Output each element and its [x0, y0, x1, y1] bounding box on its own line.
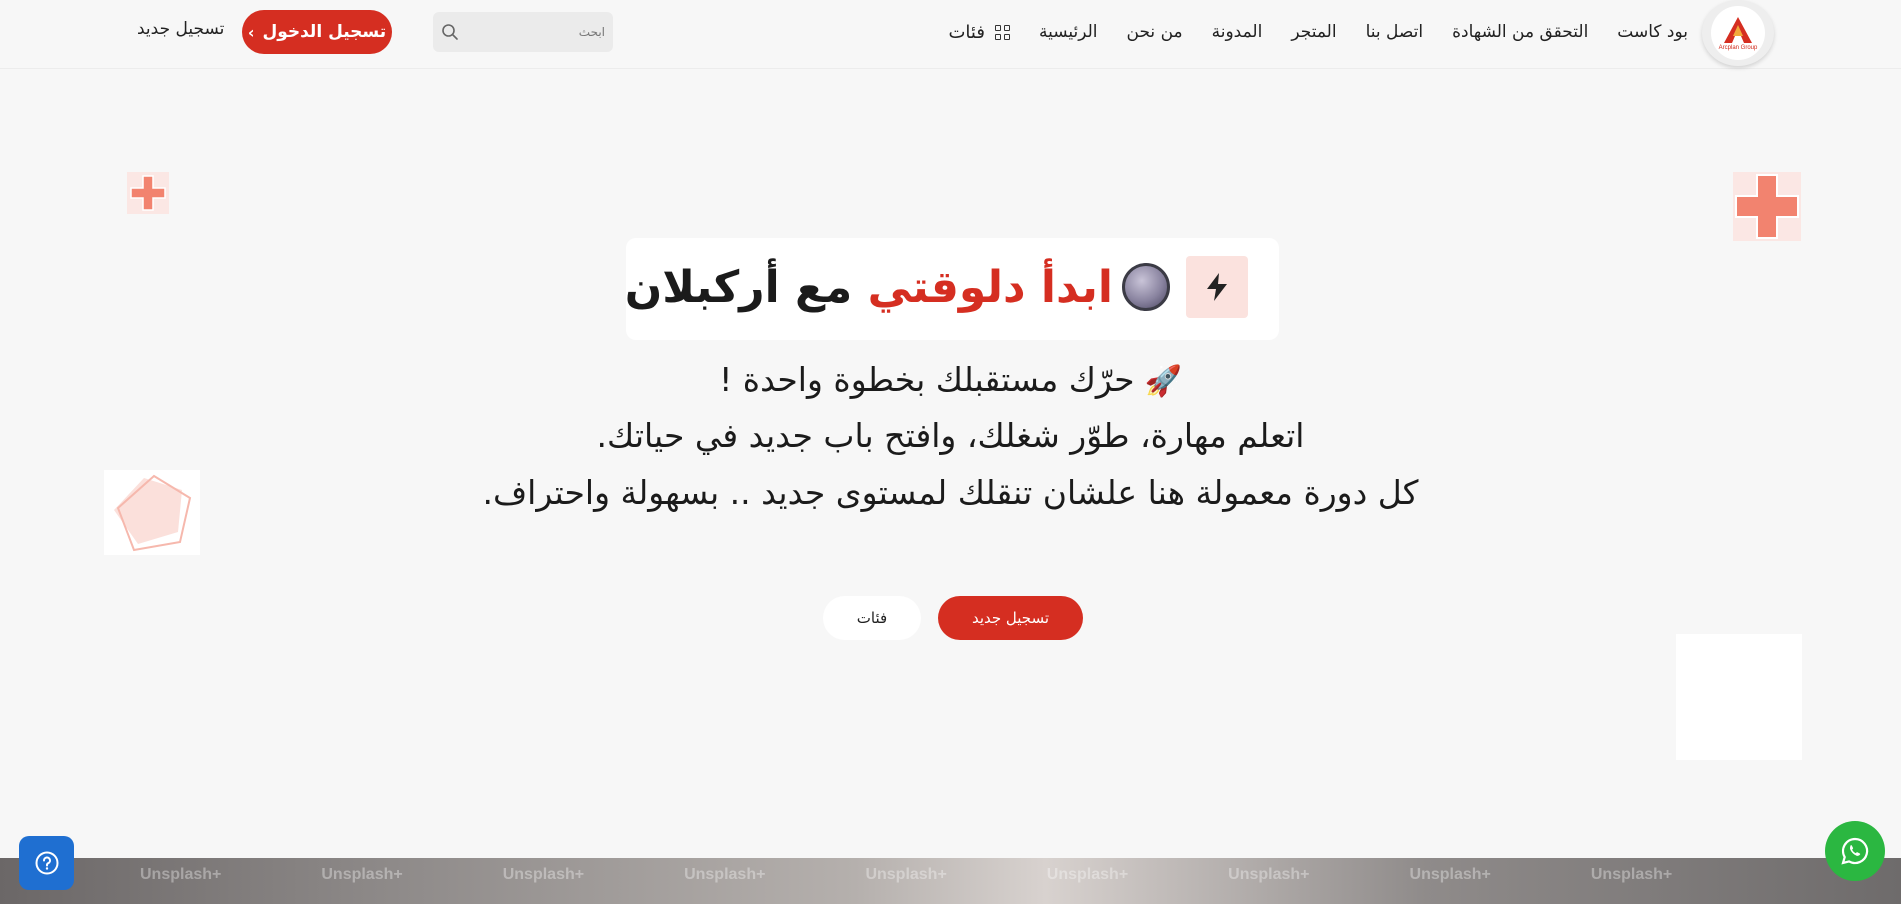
search-box [433, 12, 613, 52]
hero-line-1: 🚀 حرّك مستقبلك بخطوة واحدة ! [0, 360, 1901, 399]
decor-white-square [1676, 634, 1802, 760]
site-logo[interactable]: Arcplan Group [1702, 0, 1774, 66]
help-button[interactable] [19, 836, 74, 890]
plus-decor-icon [1735, 174, 1799, 239]
strip-watermark: Unsplash+ [1228, 866, 1310, 883]
logo-badge: Arcplan Group [1711, 6, 1765, 60]
grid-icon [994, 24, 1010, 40]
register-link[interactable]: تسجيل جديد [137, 19, 224, 39]
nav-about[interactable]: من نحن [1127, 22, 1183, 42]
hero-title-accent: ابدأ دلوقتي [867, 262, 1113, 313]
strip-watermark: Unsplash+ [865, 866, 947, 883]
nav-podcast[interactable]: بود كاست [1617, 22, 1688, 42]
whatsapp-icon [1841, 837, 1869, 865]
nav-categories[interactable]: فئات [948, 21, 1010, 43]
main-nav: فئات الرئيسية من نحن المدونة المتجر اتصل… [948, 19, 1688, 45]
hero-categories-button[interactable]: فئات [823, 596, 921, 640]
hero-title: ابدأ دلوقتي مع أركبلان [625, 260, 1113, 316]
nav-certificate[interactable]: التحقق من الشهادة [1452, 22, 1588, 42]
nav-store[interactable]: المتجر [1291, 22, 1336, 42]
site-header: Arcplan Group فئات الرئيسية من نحن المدو… [0, 0, 1901, 69]
search-input[interactable] [469, 12, 605, 52]
logo-text: Arcplan Group [1718, 44, 1758, 51]
hero-register-button[interactable]: تسجيل جديد [938, 596, 1083, 640]
strip-watermark: Unsplash+ [1409, 866, 1491, 883]
strip-watermark: Unsplash+ [321, 866, 403, 883]
bolt-icon [1207, 273, 1227, 301]
search-icon[interactable] [441, 23, 459, 41]
chevron-left-icon: ‹ [247, 22, 255, 42]
nav-home[interactable]: الرئيسية [1039, 22, 1098, 42]
strip-watermark: Unsplash+ [1046, 866, 1129, 883]
decor-plus-small [127, 172, 169, 214]
hero-line-3: كل دورة معمولة هنا علشان تنقلك لمستوى جد… [482, 473, 1419, 512]
nav-contact[interactable]: اتصل بنا [1366, 22, 1424, 42]
bolt-badge [1186, 256, 1248, 318]
strip-watermarks: Unsplash+ Unsplash+ Unsplash+ Unsplash+ Unsp… [140, 866, 1672, 884]
nav-blog[interactable]: المدونة [1212, 22, 1263, 42]
strip-watermark: Unsplash+ [684, 866, 766, 883]
plus-decor-icon [130, 175, 166, 211]
login-button[interactable]: ‹ تسجيل الدخول [242, 10, 392, 54]
hero-title-card: ابدأ دلوقتي مع أركبلان [625, 238, 1279, 340]
nav-categories-label: فئات [948, 21, 985, 43]
login-button-label: تسجيل الدخول [262, 22, 387, 42]
strip-watermark: Unsplash+ [140, 866, 222, 883]
image-strip: Unsplash+ Unsplash+ Unsplash+ Unsplash+ Unsp… [0, 858, 1901, 904]
strip-watermark: Unsplash+ [1590, 866, 1673, 883]
hero-line-2: اتعلم مهارة، طوّر شغلك، وافتح باب جديد ف… [596, 416, 1305, 455]
hero-line-1-text: حرّك مستقبلك بخطوة واحدة ! [719, 360, 1135, 399]
whatsapp-button[interactable] [1825, 821, 1885, 881]
circle-emoji-icon [1122, 263, 1170, 311]
decor-plus-large [1733, 172, 1801, 241]
question-circle-icon [35, 851, 58, 875]
arcplan-logo-icon [1724, 16, 1752, 43]
hero-title-rest: مع أركبلان [624, 262, 868, 313]
strip-watermark: Unsplash+ [502, 866, 585, 883]
rocket-icon: 🚀 [1144, 364, 1182, 399]
